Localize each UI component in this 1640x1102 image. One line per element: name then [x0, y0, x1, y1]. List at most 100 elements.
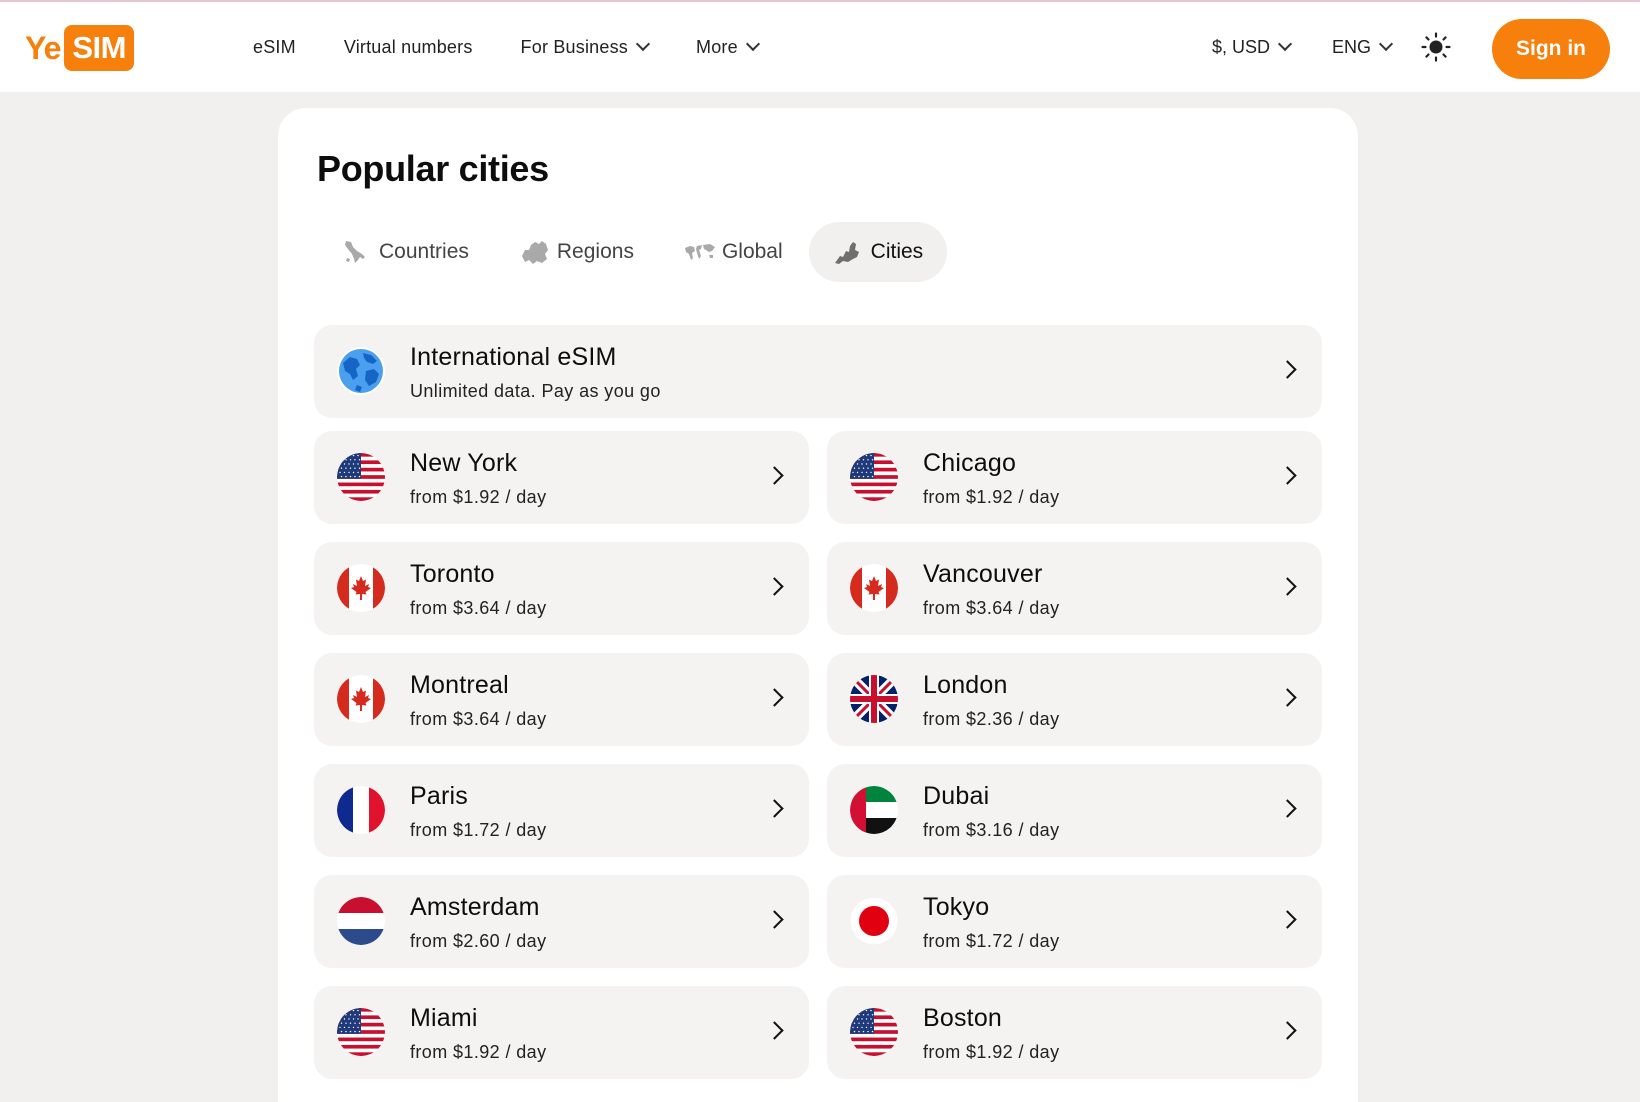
sun-icon[interactable]: [1421, 32, 1451, 62]
canada-flag-icon: [850, 564, 898, 612]
chevron-right-icon: [765, 910, 784, 929]
chevron-right-icon: [1278, 910, 1297, 929]
sign-in-button[interactable]: Sign in: [1492, 19, 1610, 79]
chevron-down-icon: [1277, 36, 1293, 52]
language-label: ENG: [1332, 36, 1372, 57]
chevron-right-icon: [1278, 688, 1297, 707]
uae-flag-icon: [850, 786, 898, 834]
chevron-right-icon: [1278, 1021, 1297, 1040]
international-esim-subtitle: Unlimited data. Pay as you go: [410, 381, 661, 401]
nav-more-label: More: [696, 36, 738, 57]
city-name: Montreal: [410, 671, 509, 699]
city-name: Vancouver: [923, 560, 1043, 588]
nav-virtual-numbers[interactable]: Virtual numbers: [344, 37, 473, 58]
japan-flag-icon: [850, 897, 898, 945]
city-price: from $3.16 / day: [923, 820, 1060, 840]
city-price: from $1.92 / day: [410, 487, 547, 507]
city-row-london[interactable]: London from $2.36 / day: [827, 653, 1322, 746]
nav-esim-label: eSIM: [253, 36, 296, 57]
chevron-right-icon: [765, 577, 784, 596]
city-price: from $1.72 / day: [410, 820, 547, 840]
city-price: from $1.92 / day: [923, 487, 1060, 507]
destination-tabs: Countries Regions Global Cities: [317, 222, 949, 282]
city-name: New York: [410, 449, 518, 477]
city-price: from $2.60 / day: [410, 931, 547, 951]
city-row-chicago[interactable]: Chicago from $1.92 / day: [827, 431, 1322, 524]
popular-cities-card: Popular cities Countries Regions Global …: [278, 108, 1358, 1102]
nav-virtual-numbers-label: Virtual numbers: [343, 36, 473, 57]
uk-flag-icon: [850, 675, 898, 723]
nav-for-business[interactable]: For Business: [520, 36, 651, 58]
chevron-right-icon: [765, 799, 784, 818]
city-map-icon: [833, 238, 861, 266]
chevron-right-icon: [1278, 360, 1297, 379]
city-name: Paris: [410, 782, 468, 810]
city-name: Boston: [923, 1004, 1003, 1032]
globe-icon: [337, 347, 385, 395]
page-title: Popular cities: [317, 148, 549, 189]
city-price: from $1.92 / day: [410, 1042, 547, 1062]
tab-regions-label: Regions: [556, 240, 634, 263]
tab-global[interactable]: Global: [660, 222, 807, 282]
currency-label: $, USD: [1212, 36, 1271, 57]
chevron-right-icon: [765, 688, 784, 707]
logo-text-ye: Ye: [25, 29, 61, 66]
nav-more[interactable]: More: [696, 36, 760, 58]
city-row-montreal[interactable]: Montreal from $3.64 / day: [314, 653, 809, 746]
currency-selector[interactable]: $, USD: [1212, 36, 1293, 58]
international-esim-row[interactable]: International eSIM Unlimited data. Pay a…: [314, 325, 1322, 418]
tab-cities[interactable]: Cities: [808, 222, 948, 282]
tab-global-label: Global: [721, 240, 783, 263]
nav-esim[interactable]: eSIM: [253, 37, 296, 58]
chevron-right-icon: [1278, 466, 1297, 485]
city-name: Tokyo: [923, 893, 990, 921]
city-row-miami[interactable]: Miami from $1.92 / day: [314, 986, 809, 1079]
chevron-down-icon: [745, 36, 760, 52]
city-name: Amsterdam: [410, 893, 540, 921]
tab-countries[interactable]: Countries: [317, 222, 493, 282]
city-price: from $1.92 / day: [923, 1042, 1060, 1062]
nav-for-business-label: For Business: [520, 36, 628, 57]
tab-regions[interactable]: Regions: [495, 222, 658, 282]
us-flag-icon: [337, 453, 385, 501]
city-row-boston[interactable]: Boston from $1.92 / day: [827, 986, 1322, 1079]
city-row-paris[interactable]: Paris from $1.72 / day: [314, 764, 809, 857]
city-row-toronto[interactable]: Toronto from $3.64 / day: [314, 542, 809, 635]
city-row-amsterdam[interactable]: Amsterdam from $2.60 / day: [314, 875, 809, 968]
city-name: Chicago: [923, 449, 1017, 477]
city-row-dubai[interactable]: Dubai from $3.16 / day: [827, 764, 1322, 857]
site-header: Ye SIM eSIM Virtual numbers For Business…: [0, 2, 1640, 92]
logo-text-sim: SIM: [64, 25, 134, 71]
city-name: London: [923, 671, 1008, 699]
world-map-icon: [684, 238, 715, 266]
main-nav: eSIM Virtual numbers For Business More: [253, 2, 806, 92]
city-name: Miami: [410, 1004, 478, 1032]
city-name: Dubai: [923, 782, 990, 810]
city-name: Toronto: [410, 560, 495, 588]
chevron-right-icon: [765, 466, 784, 485]
tab-cities-label: Cities: [870, 240, 924, 263]
france-flag-icon: [337, 786, 385, 834]
city-price: from $1.72 / day: [923, 931, 1060, 951]
us-flag-icon: [850, 1008, 898, 1056]
yesim-logo[interactable]: Ye SIM: [25, 25, 134, 71]
city-price: from $3.64 / day: [410, 598, 547, 618]
chevron-right-icon: [1278, 577, 1297, 596]
international-esim-title: International eSIM: [410, 343, 617, 371]
language-selector[interactable]: ENG: [1332, 36, 1394, 58]
italy-map-icon: [341, 238, 369, 266]
city-row-new-york[interactable]: New York from $1.92 / day: [314, 431, 809, 524]
chevron-right-icon: [765, 1021, 784, 1040]
tab-countries-label: Countries: [379, 240, 469, 263]
city-row-vancouver[interactable]: Vancouver from $3.64 / day: [827, 542, 1322, 635]
chevron-down-icon: [635, 36, 651, 52]
chevron-down-icon: [1378, 36, 1394, 52]
city-price: from $3.64 / day: [923, 598, 1060, 618]
header-controls: $, USD ENG: [1212, 2, 1499, 92]
city-row-tokyo[interactable]: Tokyo from $1.72 / day: [827, 875, 1322, 968]
europe-map-icon: [519, 238, 548, 266]
city-price: from $3.64 / day: [410, 709, 547, 729]
us-flag-icon: [850, 453, 898, 501]
chevron-right-icon: [1278, 799, 1297, 818]
city-price: from $2.36 / day: [923, 709, 1060, 729]
